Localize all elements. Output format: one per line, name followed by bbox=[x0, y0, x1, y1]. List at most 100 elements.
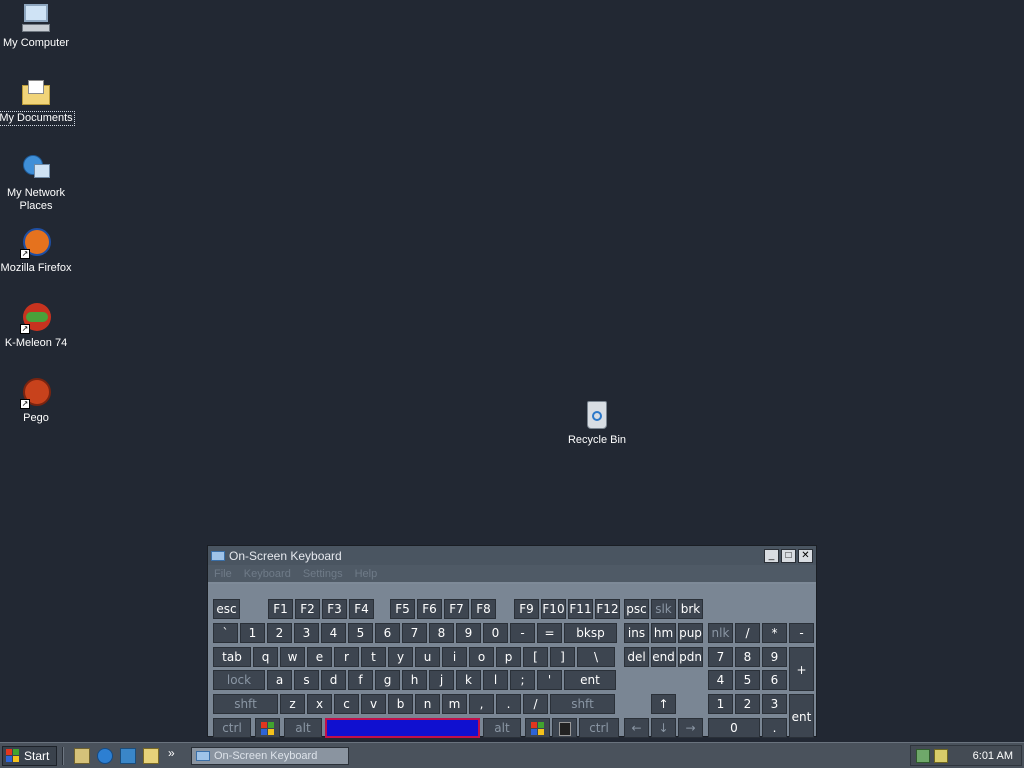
key-enter[interactable]: ent bbox=[564, 670, 616, 690]
clock[interactable]: 6:01 AM bbox=[973, 750, 1013, 762]
key-right-alt[interactable]: alt bbox=[483, 718, 521, 738]
key-f1[interactable]: F1 bbox=[268, 599, 293, 619]
key-z[interactable]: z bbox=[280, 694, 305, 714]
key-del[interactable]: del bbox=[624, 647, 649, 667]
key-8[interactable]: 8 bbox=[429, 623, 454, 643]
key-j[interactable]: j bbox=[429, 670, 454, 690]
start-button[interactable]: Start bbox=[2, 746, 57, 766]
key-3[interactable]: 3 bbox=[762, 694, 787, 714]
outlook-express-icon[interactable] bbox=[120, 748, 136, 764]
key-caps-lock[interactable]: lock bbox=[213, 670, 265, 690]
key-7[interactable]: 7 bbox=[708, 647, 733, 667]
key-spacebar[interactable] bbox=[325, 718, 480, 738]
menu-help[interactable]: Help bbox=[355, 568, 378, 580]
desktop-icon-pego[interactable]: ↗ Pego bbox=[0, 377, 74, 425]
desktop-icon-recycle-bin[interactable]: Recycle Bin bbox=[559, 399, 635, 447]
key-3[interactable]: 3 bbox=[294, 623, 319, 643]
key-numpad-plus[interactable]: + bbox=[789, 647, 814, 691]
key-i[interactable]: i bbox=[442, 647, 467, 667]
key-f6[interactable]: F6 bbox=[417, 599, 442, 619]
key-f7[interactable]: F7 bbox=[444, 599, 469, 619]
key-c[interactable]: c bbox=[334, 694, 359, 714]
key-brk[interactable]: brk bbox=[678, 599, 703, 619]
key-up-arrow[interactable]: ↑ bbox=[651, 694, 676, 714]
key-f4[interactable]: F4 bbox=[349, 599, 374, 619]
show-desktop-icon[interactable] bbox=[74, 748, 90, 764]
key-h[interactable]: h bbox=[402, 670, 427, 690]
key-p[interactable]: p bbox=[496, 647, 521, 667]
key-f11[interactable]: F11 bbox=[568, 599, 593, 619]
key-pdn[interactable]: pdn bbox=[678, 647, 703, 667]
search-icon[interactable] bbox=[143, 748, 159, 764]
key-left-arrow[interactable]: ← bbox=[624, 718, 649, 738]
key-r[interactable]: r bbox=[334, 647, 359, 667]
close-button[interactable]: ✕ bbox=[798, 548, 813, 563]
key-[interactable]: . bbox=[496, 694, 521, 714]
key-f8[interactable]: F8 bbox=[471, 599, 496, 619]
key-esc[interactable]: esc bbox=[213, 599, 240, 619]
key-backslash[interactable]: \ bbox=[577, 647, 615, 667]
key-psc[interactable]: psc bbox=[624, 599, 649, 619]
key-8[interactable]: 8 bbox=[735, 647, 760, 667]
key-q[interactable]: q bbox=[253, 647, 278, 667]
desktop-icon-k-meleon[interactable]: ↗ K-Meleon 74 bbox=[0, 302, 74, 350]
network-tray-icon[interactable] bbox=[916, 749, 930, 763]
menu-keyboard[interactable]: Keyboard bbox=[244, 568, 291, 580]
key-[interactable]: ] bbox=[550, 647, 575, 667]
key-hm[interactable]: hm bbox=[651, 623, 676, 643]
key-y[interactable]: y bbox=[388, 647, 413, 667]
key-ins[interactable]: ins bbox=[624, 623, 649, 643]
maximize-button[interactable]: □ bbox=[781, 548, 796, 563]
key-x[interactable]: x bbox=[307, 694, 332, 714]
key-2[interactable]: 2 bbox=[267, 623, 292, 643]
key-nlk[interactable]: nlk bbox=[708, 623, 733, 643]
key-d[interactable]: d bbox=[321, 670, 346, 690]
key-right-ctrl[interactable]: ctrl bbox=[579, 718, 619, 738]
key-9[interactable]: 9 bbox=[762, 647, 787, 667]
key-[interactable]: - bbox=[510, 623, 535, 643]
key-m[interactable]: m bbox=[442, 694, 467, 714]
on-screen-keyboard-window[interactable]: On-Screen Keyboard _ □ ✕ File Keyboard S… bbox=[207, 545, 817, 738]
key-numpad-decimal[interactable]: . bbox=[762, 718, 787, 738]
key-5[interactable]: 5 bbox=[348, 623, 373, 643]
key-down-arrow[interactable]: ↓ bbox=[651, 718, 676, 738]
key-right-arrow[interactable]: → bbox=[678, 718, 703, 738]
key-t[interactable]: t bbox=[361, 647, 386, 667]
key-[interactable]: , bbox=[469, 694, 494, 714]
quick-launch-overflow-icon[interactable]: » bbox=[168, 746, 175, 760]
key-pup[interactable]: pup bbox=[678, 623, 703, 643]
desktop-icon-my-network-places[interactable]: My Network Places bbox=[0, 152, 74, 213]
key-l[interactable]: l bbox=[483, 670, 508, 690]
key-left-shift[interactable]: shft bbox=[213, 694, 278, 714]
key-bksp[interactable]: bksp bbox=[564, 623, 617, 643]
internet-explorer-icon[interactable] bbox=[97, 748, 113, 764]
key-[interactable]: - bbox=[789, 623, 814, 643]
desktop-icon-my-documents[interactable]: My Documents bbox=[0, 77, 75, 126]
key-a[interactable]: a bbox=[267, 670, 292, 690]
key-u[interactable]: u bbox=[415, 647, 440, 667]
key-f12[interactable]: F12 bbox=[595, 599, 620, 619]
key-0[interactable]: 0 bbox=[483, 623, 508, 643]
key-4[interactable]: 4 bbox=[708, 670, 733, 690]
key-slk[interactable]: slk bbox=[651, 599, 676, 619]
key-application[interactable] bbox=[552, 718, 577, 738]
key-left-windows[interactable] bbox=[255, 718, 280, 738]
key-numpad-enter[interactable]: ent bbox=[789, 694, 814, 738]
key-k[interactable]: k bbox=[456, 670, 481, 690]
key-[interactable]: / bbox=[523, 694, 548, 714]
key-2[interactable]: 2 bbox=[735, 694, 760, 714]
key-left-alt[interactable]: alt bbox=[284, 718, 322, 738]
key-5[interactable]: 5 bbox=[735, 670, 760, 690]
key-6[interactable]: 6 bbox=[762, 670, 787, 690]
key-6[interactable]: 6 bbox=[375, 623, 400, 643]
key-f9[interactable]: F9 bbox=[514, 599, 539, 619]
menu-settings[interactable]: Settings bbox=[303, 568, 343, 580]
key-f2[interactable]: F2 bbox=[295, 599, 320, 619]
key-9[interactable]: 9 bbox=[456, 623, 481, 643]
key-s[interactable]: s bbox=[294, 670, 319, 690]
key-[interactable]: ; bbox=[510, 670, 535, 690]
key-v[interactable]: v bbox=[361, 694, 386, 714]
key-4[interactable]: 4 bbox=[321, 623, 346, 643]
key-1[interactable]: 1 bbox=[240, 623, 265, 643]
window-titlebar[interactable]: On-Screen Keyboard _ □ ✕ bbox=[208, 546, 816, 565]
